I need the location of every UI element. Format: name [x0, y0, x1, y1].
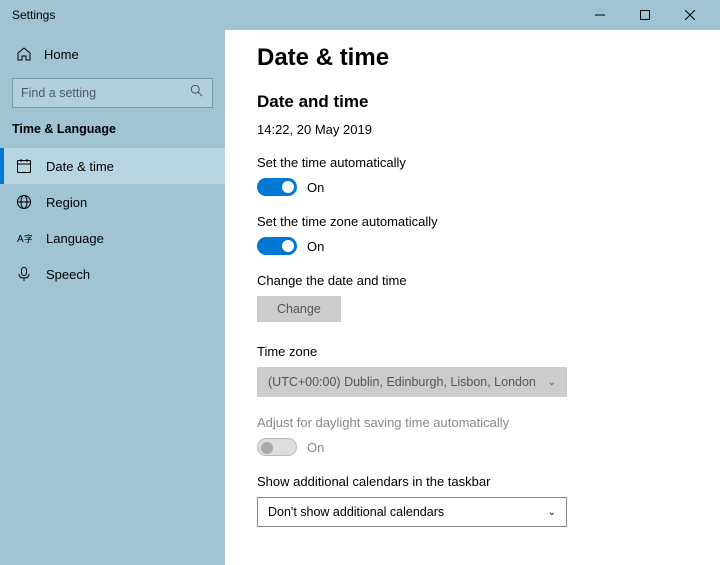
timezone-dropdown: (UTC+00:00) Dublin, Edinburgh, Lisbon, L…	[257, 367, 567, 397]
search-box[interactable]	[12, 78, 213, 108]
addcal-value: Don't show additional calendars	[268, 505, 444, 519]
sidebar-category: Time & Language	[0, 122, 225, 148]
speech-icon	[16, 266, 32, 282]
addcal-dropdown[interactable]: Don't show additional calendars ⌄	[257, 497, 567, 527]
sidebar-item-label: Date & time	[46, 159, 114, 174]
titlebar: Settings	[0, 0, 720, 30]
svg-text:A: A	[17, 234, 24, 245]
sidebar: Home Time & Language Date & time Region …	[0, 30, 225, 565]
sidebar-item-label: Speech	[46, 267, 90, 282]
change-datetime-label: Change the date and time	[257, 273, 688, 288]
auto-tz-toggle[interactable]	[257, 237, 297, 255]
sidebar-item-speech[interactable]: Speech	[0, 256, 225, 292]
auto-tz-label: Set the time zone automatically	[257, 214, 688, 229]
chevron-down-icon: ⌄	[548, 377, 556, 388]
home-icon	[16, 46, 32, 62]
change-button[interactable]: Change	[257, 296, 341, 322]
main-area: Home Time & Language Date & time Region …	[0, 30, 720, 565]
sidebar-item-region[interactable]: Region	[0, 184, 225, 220]
window-buttons	[577, 0, 712, 30]
dst-state: On	[307, 440, 324, 455]
page-title: Date & time	[257, 44, 688, 72]
sidebar-home[interactable]: Home	[0, 38, 225, 70]
maximize-button[interactable]	[622, 0, 667, 30]
search-input[interactable]	[21, 86, 190, 100]
current-datetime: 14:22, 20 May 2019	[257, 122, 688, 137]
svg-text:字: 字	[24, 233, 32, 244]
dst-label: Adjust for daylight saving time automati…	[257, 415, 688, 430]
sidebar-home-label: Home	[44, 47, 79, 62]
sidebar-item-date-time[interactable]: Date & time	[0, 148, 225, 184]
language-icon: A字	[16, 230, 32, 246]
sidebar-item-language[interactable]: A字 Language	[0, 220, 225, 256]
search-icon	[190, 84, 204, 103]
auto-time-label: Set the time automatically	[257, 155, 688, 170]
date-time-icon	[16, 158, 32, 174]
window-title: Settings	[12, 8, 577, 22]
addcal-label: Show additional calendars in the taskbar	[257, 474, 688, 489]
auto-time-toggle[interactable]	[257, 178, 297, 196]
content-area: Date & time Date and time 14:22, 20 May …	[225, 30, 720, 565]
globe-icon	[16, 194, 32, 210]
sidebar-item-label: Language	[46, 231, 104, 246]
section-date-time: Date and time	[257, 92, 688, 112]
auto-tz-state: On	[307, 239, 324, 254]
auto-time-state: On	[307, 180, 324, 195]
minimize-button[interactable]	[577, 0, 622, 30]
dst-toggle	[257, 438, 297, 456]
sidebar-item-label: Region	[46, 195, 87, 210]
close-button[interactable]	[667, 0, 712, 30]
timezone-label: Time zone	[257, 344, 688, 359]
chevron-down-icon: ⌄	[548, 507, 556, 518]
timezone-value: (UTC+00:00) Dublin, Edinburgh, Lisbon, L…	[268, 375, 536, 389]
